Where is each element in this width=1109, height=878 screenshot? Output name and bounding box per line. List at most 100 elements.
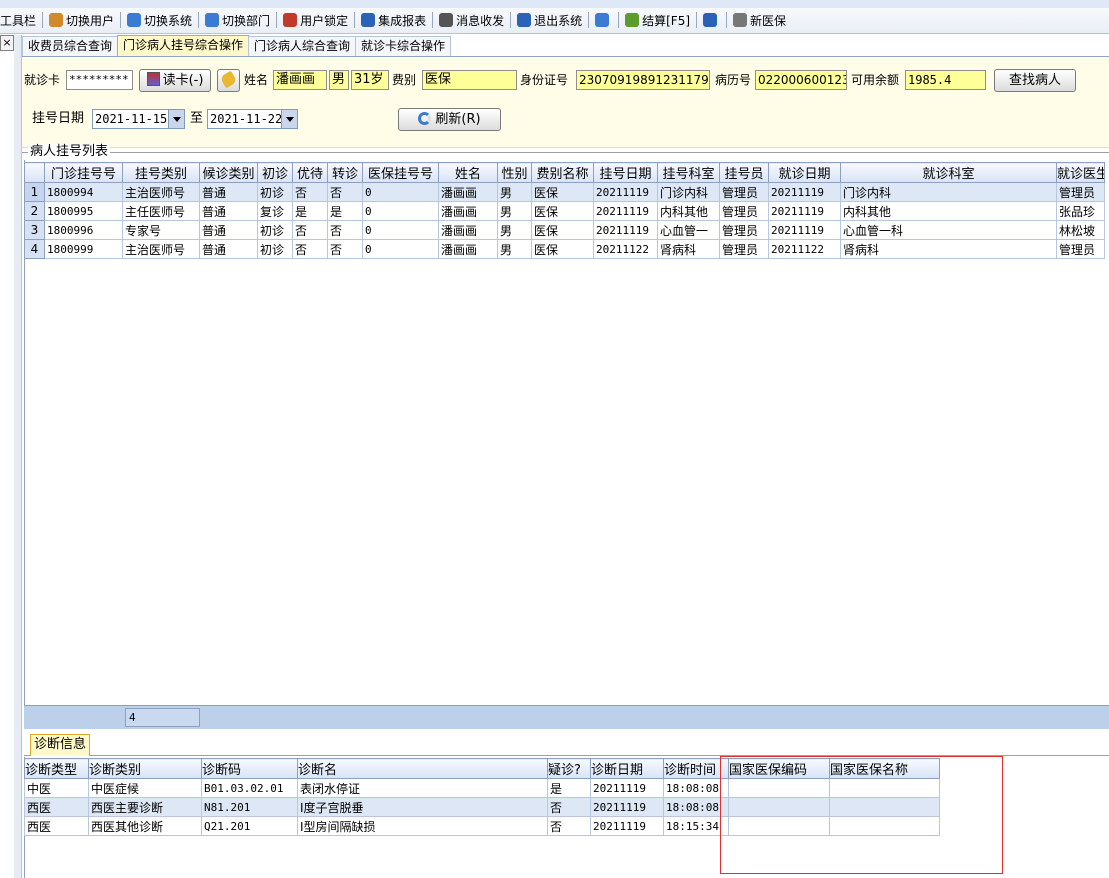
toolbar-item[interactable]: 切换系统: [124, 10, 195, 30]
toolbar-separator: [618, 12, 620, 28]
broom-icon: [219, 70, 238, 89]
column-header[interactable]: 就诊科室: [840, 162, 1057, 183]
toolbar-item[interactable]: 切换部门: [202, 10, 273, 30]
table-cell: 普通: [199, 239, 258, 259]
table-cell: 0: [362, 239, 439, 259]
toolbar-item-label: 切换部门: [222, 13, 271, 28]
read-card-label: 读卡(-): [162, 73, 204, 88]
refresh-icon: [418, 112, 432, 125]
table-cell: 男: [497, 220, 532, 240]
column-header[interactable]: 费别名称: [531, 162, 594, 183]
toolbar-item[interactable]: 切换用户: [46, 10, 117, 30]
close-icon[interactable]: ×: [0, 35, 14, 51]
column-header[interactable]: 诊断类型: [24, 758, 89, 779]
table-row[interactable]: 2 1800995 主任医师号 普通 复诊是是 0 潘画画男医保 20211119 内科其他 管理…: [24, 201, 1105, 221]
toolbar-item[interactable]: 新医保: [730, 10, 789, 30]
column-header[interactable]: 性别: [497, 162, 532, 183]
column-header[interactable]: 初诊: [257, 162, 293, 183]
toolbar-item-label: 新医保: [750, 13, 787, 28]
row-number: 2: [24, 201, 45, 221]
chevron-down-icon[interactable]: [281, 110, 297, 128]
table-cell: B01.03.02.01: [201, 778, 298, 798]
age-field[interactable]: 31岁: [351, 70, 389, 90]
left-side-strip: [14, 35, 22, 878]
column-header[interactable]: 门诊挂号号: [44, 162, 123, 183]
toolbar-item-label: 退出系统: [534, 13, 583, 28]
table-cell: 否: [292, 220, 328, 240]
column-header[interactable]: 医保挂号号: [362, 162, 439, 183]
toolbar-item[interactable]: 结算[F5]: [622, 10, 693, 30]
table-cell: 门诊内科: [840, 182, 1057, 202]
column-header[interactable]: 挂号科室: [657, 162, 720, 183]
refresh-button[interactable]: 刷新(R): [398, 108, 501, 131]
name-field[interactable]: 潘画画: [273, 70, 327, 90]
edit-icon: [595, 13, 610, 27]
column-header[interactable]: 诊断码: [201, 758, 298, 779]
tab-1[interactable]: 收费员综合查询: [22, 36, 119, 56]
column-header[interactable]: 候诊类别: [199, 162, 258, 183]
column-header[interactable]: 挂号日期: [593, 162, 658, 183]
toolbar-item[interactable]: [592, 10, 615, 30]
table-row[interactable]: 4 1800999 主治医师号 普通 初诊否否 0 潘画画男医保 20211122 肾病科 管理员…: [24, 239, 1105, 259]
date-from-picker[interactable]: 2021-11-15: [92, 109, 185, 129]
table-cell: Ⅰ度子宫脱垂: [297, 797, 548, 817]
read-card-button[interactable]: 读卡(-): [139, 69, 211, 92]
table-cell: Q21.201: [201, 816, 298, 836]
column-header[interactable]: 诊断类别: [88, 758, 202, 779]
record-number-field[interactable]: 0220006001239: [755, 70, 847, 90]
chevron-down-icon[interactable]: [168, 110, 184, 128]
gender-field[interactable]: 男: [329, 70, 349, 90]
table-cell: 中医症候: [88, 778, 202, 798]
tab-4[interactable]: 就诊卡综合操作: [355, 36, 452, 56]
toolbar-separator: [120, 12, 122, 28]
table-row[interactable]: 1 1800994 主治医师号 普通 初诊否否 0 潘画画男医保 20211119 门诊内科 管理…: [24, 182, 1105, 202]
column-header[interactable]: 挂号类别: [122, 162, 200, 183]
column-header[interactable]: 优待: [292, 162, 328, 183]
toolbar-item[interactable]: 消息收发: [436, 10, 507, 30]
balance-label: 可用余额: [851, 73, 900, 87]
clear-button[interactable]: [217, 69, 240, 92]
row-number: 1: [24, 182, 45, 202]
row-count: 4: [125, 708, 200, 727]
report-icon: [361, 13, 376, 27]
app-window: 工具栏 切换用户 切换系统 切换部门 用户锁定 集成报表 消息收发 退出系统 结算[F5] 新医…: [0, 0, 1109, 878]
tab-3[interactable]: 门诊病人综合查询: [248, 36, 357, 56]
balance-field[interactable]: 1985.4: [905, 70, 986, 90]
toolbar-item-label: 结算[F5]: [642, 13, 691, 28]
card-number-field[interactable]: *********: [66, 70, 133, 90]
table-row[interactable]: 3 1800996 专家号 普通 初诊否否 0 潘画画男医保 20211119 心血管一 管理员 2…: [24, 220, 1105, 240]
date-to-picker[interactable]: 2021-11-22: [207, 109, 298, 129]
toolbar-item[interactable]: [700, 10, 723, 30]
table-cell: Ⅰ型房间隔缺损: [297, 816, 548, 836]
column-header[interactable]: 姓名: [438, 162, 498, 183]
table-cell: 20211122: [593, 239, 658, 259]
fee-type-field[interactable]: 医保: [422, 70, 517, 90]
toolbar-item[interactable]: 集成报表: [358, 10, 429, 30]
column-header[interactable]: 诊断时间: [663, 758, 729, 779]
table-cell: 20211119: [593, 182, 658, 202]
column-header[interactable]: 诊断日期: [590, 758, 664, 779]
column-header[interactable]: 就诊日期: [768, 162, 841, 183]
tab-diagnosis[interactable]: 诊断信息: [30, 734, 91, 756]
table-cell: 复诊: [257, 201, 293, 221]
table-cell: 管理员: [1056, 182, 1105, 202]
table-cell: 18:08:08: [663, 797, 729, 817]
toolbar-row: 工具栏 切换用户 切换系统 切换部门 用户锁定 集成报表 消息收发 退出系统 结算[F5] 新医…: [0, 10, 789, 30]
table-cell: 管理员: [719, 182, 769, 202]
find-patient-button[interactable]: 查找病人: [994, 69, 1076, 92]
column-header[interactable]: 挂号员: [719, 162, 769, 183]
id-card-field[interactable]: 230709198912311798: [576, 70, 710, 90]
toolbar-item[interactable]: 退出系统: [514, 10, 585, 30]
toolbar-item[interactable]: 用户锁定: [280, 10, 351, 30]
table-cell: 内科其他: [840, 201, 1057, 221]
column-header[interactable]: 就诊医生: [1056, 162, 1105, 183]
toolbar-separator: [276, 12, 278, 28]
toolbar-item-label: 用户锁定: [300, 13, 349, 28]
column-header[interactable]: 疑诊?: [547, 758, 591, 779]
column-header[interactable]: 诊断名: [297, 758, 548, 779]
table-cell: 18:08:08: [663, 778, 729, 798]
tab-2[interactable]: 门诊病人挂号综合操作: [117, 35, 250, 56]
column-header[interactable]: 转诊: [327, 162, 363, 183]
toolbar-separator: [354, 12, 356, 28]
switch-system-icon: [127, 13, 142, 27]
